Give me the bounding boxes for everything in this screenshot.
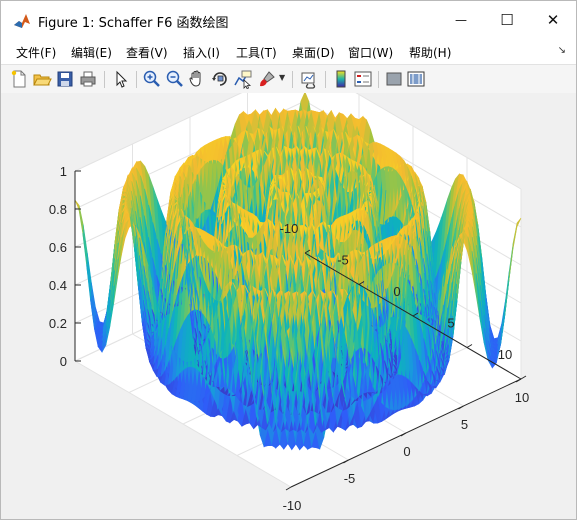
menu-file[interactable]: 文件(F) bbox=[16, 44, 56, 61]
z-tick-label: 1 bbox=[60, 164, 67, 179]
z-tick-label: 0.2 bbox=[49, 316, 67, 331]
x-tick-label: -10 bbox=[280, 221, 299, 236]
rotate-3d-icon[interactable] bbox=[210, 69, 230, 89]
x-tick-label: 5 bbox=[447, 316, 454, 331]
matlab-app-icon bbox=[13, 12, 31, 30]
menu-overflow-icon[interactable]: ↘ bbox=[558, 45, 566, 56]
pointer-icon[interactable] bbox=[111, 69, 131, 89]
pan-hand-icon[interactable] bbox=[187, 69, 207, 89]
menu-bar: 文件(F) 编辑(E) 查看(V) 插入(I) 工具(T) 桌面(D) 窗口(W… bbox=[1, 39, 576, 64]
zoom-in-icon[interactable] bbox=[142, 69, 162, 89]
figure-toolbar: ▼ bbox=[1, 64, 576, 94]
menu-edit[interactable]: 编辑(E) bbox=[71, 44, 112, 61]
zoom-out-icon[interactable] bbox=[165, 69, 185, 89]
link-plot-icon[interactable] bbox=[299, 69, 319, 89]
y-tick-label: 5 bbox=[461, 417, 468, 432]
data-cursor-icon[interactable] bbox=[233, 69, 253, 89]
toolbar-separator bbox=[325, 71, 326, 88]
y-tick-label: 0 bbox=[403, 444, 410, 459]
menu-desktop[interactable]: 桌面(D) bbox=[292, 44, 335, 61]
y-tick-label: 10 bbox=[515, 390, 529, 405]
maximize-button[interactable]: ☐ bbox=[484, 1, 530, 39]
save-icon[interactable] bbox=[55, 69, 75, 89]
x-tick-label: 0 bbox=[393, 284, 400, 299]
minimize-icon: — bbox=[455, 13, 467, 27]
new-figure-icon[interactable] bbox=[9, 69, 29, 89]
figure-window: Figure 1: Schaffer F6 函数绘图 — ☐ ✕ 文件(F) 编… bbox=[0, 0, 577, 520]
figure-canvas: -10 -5 0 5 10 -10 -5 0 5 10 0 0.2 0.4 0.6 0.8 1 bbox=[1, 62, 576, 519]
colorbar-icon[interactable] bbox=[331, 69, 351, 89]
legend-icon[interactable] bbox=[353, 69, 373, 89]
brush-dropdown-icon[interactable]: ▼ bbox=[279, 73, 285, 82]
z-tick-label: 0.4 bbox=[49, 278, 67, 293]
toolbar-separator bbox=[136, 71, 137, 88]
brush-icon[interactable] bbox=[257, 69, 277, 89]
maximize-icon: ☐ bbox=[500, 11, 514, 29]
y-tick-label: -5 bbox=[344, 471, 356, 486]
hide-plot-tools-icon[interactable] bbox=[384, 69, 404, 89]
menu-insert[interactable]: 插入(I) bbox=[183, 44, 220, 61]
x-tick-label: -5 bbox=[337, 253, 349, 268]
menu-view[interactable]: 查看(V) bbox=[126, 44, 168, 61]
toolbar-separator bbox=[378, 71, 379, 88]
open-file-icon[interactable] bbox=[32, 69, 52, 89]
z-tick-label: 0.6 bbox=[49, 240, 67, 255]
z-tick-label: 0 bbox=[60, 354, 67, 369]
menu-window[interactable]: 窗口(W) bbox=[348, 44, 393, 61]
minimize-button[interactable]: — bbox=[438, 1, 484, 39]
menu-help[interactable]: 帮助(H) bbox=[409, 44, 451, 61]
x-tick-label: 10 bbox=[498, 347, 512, 362]
menu-tools[interactable]: 工具(T) bbox=[236, 44, 277, 61]
toolbar-separator bbox=[292, 71, 293, 88]
z-tick-label: 0.8 bbox=[49, 202, 67, 217]
y-tick-label: -10 bbox=[283, 498, 302, 513]
window-title: Figure 1: Schaffer F6 函数绘图 bbox=[38, 16, 229, 31]
surface-plot-axes[interactable]: -10 -5 0 5 10 -10 -5 0 5 10 0 0.2 0.4 0.6 0.8 1 bbox=[1, 62, 576, 519]
toolbar-separator bbox=[104, 71, 105, 88]
show-plot-tools-icon[interactable] bbox=[406, 69, 426, 89]
print-icon[interactable] bbox=[78, 69, 98, 89]
close-icon: ✕ bbox=[546, 11, 560, 29]
close-button[interactable]: ✕ bbox=[530, 1, 576, 39]
title-bar: Figure 1: Schaffer F6 函数绘图 — ☐ ✕ bbox=[1, 1, 576, 39]
